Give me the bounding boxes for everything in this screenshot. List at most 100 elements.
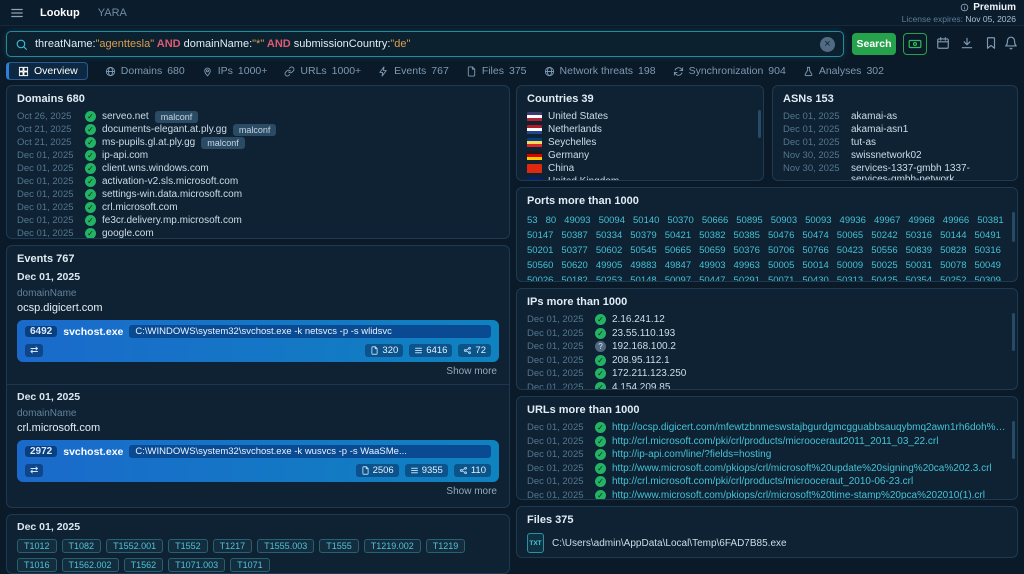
port-link[interactable]: 50476 bbox=[768, 230, 794, 241]
port-link[interactable]: 50094 bbox=[599, 215, 625, 226]
port-link[interactable]: 50182 bbox=[561, 275, 587, 282]
search-button[interactable]: Search bbox=[852, 33, 896, 55]
port-link[interactable]: 50421 bbox=[665, 230, 691, 241]
port-link[interactable]: 50903 bbox=[771, 215, 797, 226]
port-link[interactable]: 50242 bbox=[871, 230, 897, 241]
domain-link[interactable]: client.wns.windows.com bbox=[102, 163, 209, 174]
port-link[interactable]: 49968 bbox=[908, 215, 934, 226]
port-link[interactable]: 50556 bbox=[871, 245, 897, 256]
port-link[interactable]: 50005 bbox=[768, 260, 794, 271]
port-link[interactable]: 49093 bbox=[564, 215, 590, 226]
process-card[interactable]: 2972 svchost.exe C:\WINDOWS\system32\svc… bbox=[17, 440, 499, 482]
url-link[interactable]: http://ocsp.digicert.com/mfewtzbnmeswsta… bbox=[612, 422, 1007, 433]
port-link[interactable]: 50316 bbox=[974, 245, 1000, 256]
search-bar[interactable]: threatName:"agenttesla" AND domainName:"… bbox=[6, 31, 844, 57]
download-button[interactable] bbox=[958, 34, 976, 52]
port-link[interactable]: 49883 bbox=[630, 260, 656, 271]
port-link[interactable]: 80 bbox=[546, 215, 557, 226]
port-link[interactable]: 50009 bbox=[837, 260, 863, 271]
port-link[interactable]: 50065 bbox=[837, 230, 863, 241]
port-link[interactable]: 49905 bbox=[596, 260, 622, 271]
port-link[interactable]: 50560 bbox=[527, 260, 553, 271]
malconf-tag[interactable]: malconf bbox=[201, 137, 245, 149]
clear-search-icon[interactable]: × bbox=[820, 37, 835, 52]
port-link[interactable]: 50895 bbox=[736, 215, 762, 226]
event-field-value[interactable]: ocsp.digicert.com bbox=[17, 302, 499, 314]
port-link[interactable]: 50385 bbox=[734, 230, 760, 241]
port-link[interactable]: 50425 bbox=[871, 275, 897, 282]
port-link[interactable]: 50387 bbox=[561, 230, 587, 241]
port-link[interactable]: 50379 bbox=[630, 230, 656, 241]
scrollbar-thumb[interactable] bbox=[758, 110, 761, 138]
ip-link[interactable]: 208.95.112.1 bbox=[612, 355, 670, 366]
section-tab[interactable]: IPs 1000+ bbox=[202, 65, 268, 77]
country-row[interactable]: China bbox=[527, 162, 753, 175]
port-link[interactable]: 50309 bbox=[974, 275, 1000, 282]
malconf-tag[interactable]: malconf bbox=[155, 111, 199, 123]
port-link[interactable]: 50376 bbox=[734, 245, 760, 256]
scrollbar-thumb[interactable] bbox=[1012, 421, 1015, 459]
port-link[interactable]: 49966 bbox=[943, 215, 969, 226]
ip-link[interactable]: 23.55.110.193 bbox=[612, 328, 675, 339]
calendar-button[interactable] bbox=[934, 34, 952, 52]
domain-link[interactable]: crl.microsoft.com bbox=[102, 202, 178, 213]
top-nav-item[interactable]: YARA bbox=[98, 7, 127, 19]
info-icon[interactable] bbox=[960, 3, 969, 12]
country-row[interactable]: Germany bbox=[527, 149, 753, 162]
port-link[interactable]: 50313 bbox=[837, 275, 863, 282]
mitre-technique-tag[interactable]: T1562 bbox=[124, 558, 164, 572]
port-link[interactable]: 50370 bbox=[667, 215, 693, 226]
domain-link[interactable]: ms-pupils.gl.at.ply.gg bbox=[102, 137, 195, 148]
country-row[interactable]: United Kingdom bbox=[527, 175, 753, 181]
port-link[interactable]: 49903 bbox=[699, 260, 725, 271]
port-link[interactable]: 50447 bbox=[699, 275, 725, 282]
asn-link[interactable]: akamai-as bbox=[851, 111, 1007, 122]
section-tab[interactable]: Network threats 198 bbox=[544, 65, 656, 77]
port-link[interactable]: 50423 bbox=[837, 245, 863, 256]
ip-link[interactable]: 192.168.100.2 bbox=[612, 341, 676, 352]
port-link[interactable]: 50334 bbox=[596, 230, 622, 241]
menu-icon[interactable] bbox=[10, 6, 24, 20]
port-link[interactable]: 50474 bbox=[802, 230, 828, 241]
asn-link[interactable]: services-1337-gmbh 1337-services-gmbh-ne… bbox=[851, 163, 1007, 181]
asn-link[interactable]: tut-as bbox=[851, 137, 1007, 148]
section-tab[interactable]: URLs 1000+ bbox=[284, 65, 361, 77]
mitre-technique-tag[interactable]: T1082 bbox=[62, 539, 102, 553]
port-link[interactable]: 50545 bbox=[630, 245, 656, 256]
port-link[interactable]: 50140 bbox=[633, 215, 659, 226]
mitre-technique-tag[interactable]: T1012 bbox=[17, 539, 57, 553]
port-link[interactable]: 49963 bbox=[734, 260, 760, 271]
mitre-technique-tag[interactable]: T1217 bbox=[213, 539, 253, 553]
ip-link[interactable]: 4.154.209.85 bbox=[612, 382, 670, 390]
url-link[interactable]: http://crl.microsoft.com/pki/crl/product… bbox=[612, 436, 1007, 447]
domain-link[interactable]: settings-win.data.microsoft.com bbox=[102, 189, 242, 200]
port-link[interactable]: 50706 bbox=[768, 245, 794, 256]
url-link[interactable]: http://crl.microsoft.com/pki/crl/product… bbox=[612, 476, 1007, 487]
domain-link[interactable]: ip-api.com bbox=[102, 150, 148, 161]
process-card[interactable]: 6492 svchost.exe C:\WINDOWS\system32\svc… bbox=[17, 320, 499, 362]
port-link[interactable]: 50144 bbox=[940, 230, 966, 241]
port-link[interactable]: 50430 bbox=[802, 275, 828, 282]
ip-link[interactable]: 2.16.241.12 bbox=[612, 314, 665, 325]
search-query-input[interactable]: threatName:"agenttesla" AND domainName:"… bbox=[35, 38, 813, 50]
port-link[interactable]: 50049 bbox=[974, 260, 1000, 271]
credits-button[interactable] bbox=[903, 33, 927, 55]
show-more-link[interactable]: Show more bbox=[19, 366, 497, 377]
port-link[interactable]: 50381 bbox=[977, 215, 1003, 226]
port-link[interactable]: 50147 bbox=[527, 230, 553, 241]
asn-link[interactable]: swissnetwork02 bbox=[851, 150, 1007, 161]
port-link[interactable]: 50071 bbox=[768, 275, 794, 282]
section-tab[interactable]: Files 375 bbox=[466, 65, 527, 77]
country-row[interactable]: United States bbox=[527, 110, 753, 123]
port-link[interactable]: 49847 bbox=[665, 260, 691, 271]
port-link[interactable]: 50602 bbox=[596, 245, 622, 256]
port-link[interactable]: 50666 bbox=[702, 215, 728, 226]
mitre-technique-tag[interactable]: T1552.001 bbox=[106, 539, 163, 553]
mitre-technique-tag[interactable]: T1552 bbox=[168, 539, 208, 553]
domain-link[interactable]: google.com bbox=[102, 228, 154, 239]
malconf-tag[interactable]: malconf bbox=[233, 124, 277, 136]
port-link[interactable]: 50014 bbox=[802, 260, 828, 271]
ip-link[interactable]: 172.211.123.250 bbox=[612, 368, 686, 379]
port-link[interactable]: 50354 bbox=[906, 275, 932, 282]
section-tab[interactable]: Events 767 bbox=[378, 65, 449, 77]
